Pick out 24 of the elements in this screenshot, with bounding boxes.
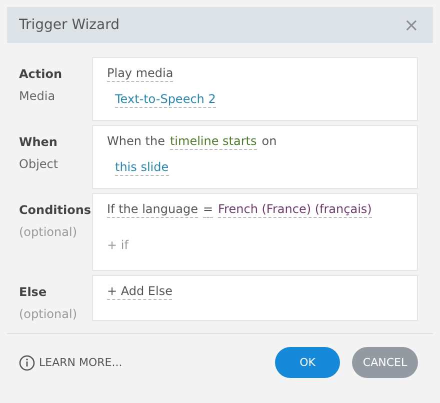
section-label: When bbox=[19, 135, 58, 149]
sentence-text: When the bbox=[107, 134, 165, 148]
section-label: Else bbox=[19, 285, 48, 299]
field-label: Object bbox=[19, 157, 60, 171]
option-link[interactable]: Play media bbox=[107, 66, 174, 82]
optional-note: (optional) bbox=[19, 225, 78, 239]
optional-note: (optional) bbox=[19, 307, 78, 321]
cancel-button[interactable]: CANCEL bbox=[352, 347, 418, 378]
field-label: Media bbox=[19, 89, 56, 103]
section-label: Conditions bbox=[19, 203, 92, 217]
window-title: Trigger Wizard bbox=[19, 17, 120, 33]
option-link[interactable]: timeline starts bbox=[170, 134, 257, 150]
option-link[interactable]: French (France) (français) bbox=[218, 202, 372, 218]
option-link[interactable]: this slide bbox=[115, 160, 169, 176]
section-label: Action bbox=[19, 67, 64, 81]
learn-more-link[interactable]: LEARN MORE... bbox=[19, 354, 122, 370]
option-link[interactable]: Text-to-Speech 2 bbox=[115, 92, 216, 108]
option-link[interactable]: If the language bbox=[107, 202, 198, 218]
add-condition-link[interactable]: + if bbox=[107, 238, 128, 252]
option-link[interactable]: + Add Else bbox=[107, 284, 172, 300]
info-icon bbox=[19, 354, 35, 370]
sentence-text: on bbox=[262, 134, 277, 148]
option-link[interactable]: = bbox=[202, 202, 214, 218]
ok-button[interactable]: OK bbox=[275, 347, 340, 378]
